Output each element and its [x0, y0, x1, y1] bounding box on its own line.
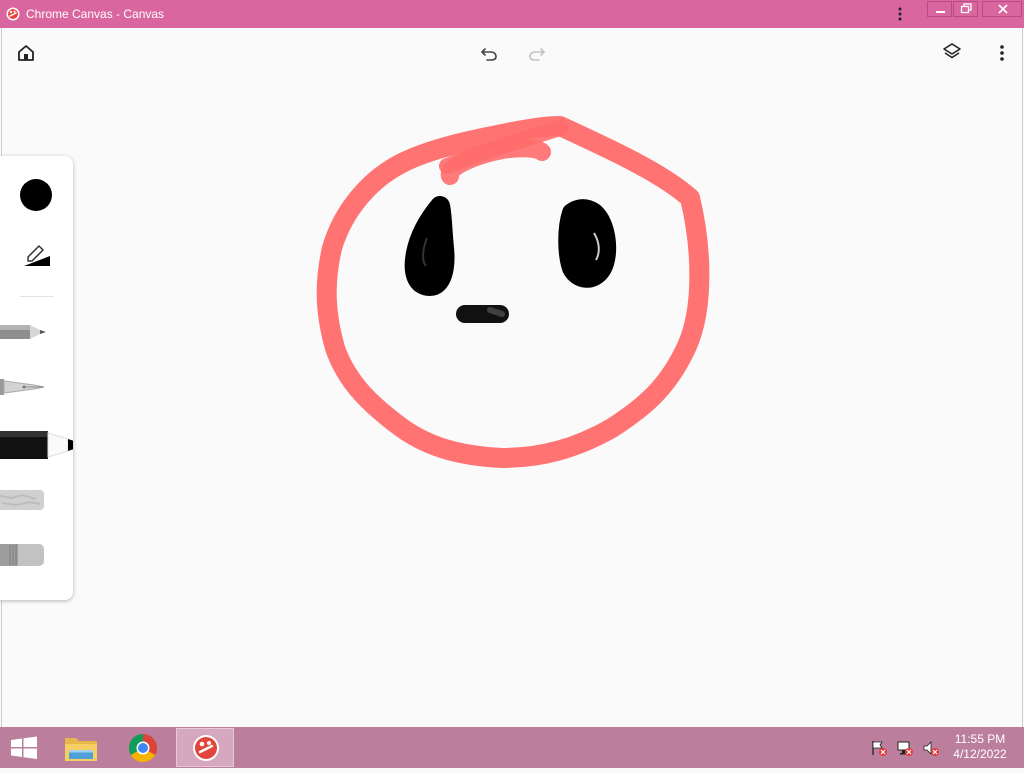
- chrome-canvas-taskbar-button[interactable]: [176, 728, 234, 767]
- clock-date: 4/12/2022: [953, 747, 1007, 761]
- pencil-tool-icon[interactable]: [0, 319, 50, 345]
- marker-tool-icon[interactable]: [0, 427, 73, 463]
- layers-icon[interactable]: [942, 42, 962, 62]
- home-icon[interactable]: [16, 43, 36, 63]
- drawing-strokes: [316, 116, 710, 468]
- minimize-button[interactable]: [927, 1, 952, 17]
- window-menu-icon[interactable]: [893, 5, 907, 23]
- windows-start-icon[interactable]: [0, 727, 48, 768]
- pen-tool-icon[interactable]: [0, 374, 50, 400]
- undo-icon[interactable]: [479, 43, 499, 63]
- minimize-icon: [936, 11, 945, 13]
- chrome-canvas-icon: [193, 735, 219, 761]
- volume-muted-icon[interactable]: [922, 739, 940, 757]
- stroke-size-button[interactable]: [22, 238, 52, 268]
- mouth-highlight: [487, 307, 505, 317]
- redo-icon: [529, 48, 545, 61]
- restore-button[interactable]: [953, 1, 978, 17]
- taskbar: 11:55 PM 4/12/2022: [0, 727, 1024, 768]
- eraser-tool-icon[interactable]: [0, 541, 50, 569]
- chrome-browser-icon[interactable]: [120, 729, 166, 767]
- restore-icon: [960, 3, 972, 14]
- clock-time: 11:55 PM: [954, 732, 1006, 746]
- drawing-canvas[interactable]: [0, 28, 1023, 727]
- pencil-edit-icon: [27, 245, 44, 262]
- more-vert-icon[interactable]: [992, 43, 1012, 63]
- left-eye-stroke: [404, 196, 455, 296]
- file-explorer-icon[interactable]: [58, 729, 104, 767]
- chalk-tool-icon[interactable]: [0, 487, 50, 513]
- window-title: Chrome Canvas - Canvas: [26, 7, 165, 21]
- close-button[interactable]: [982, 1, 1022, 17]
- action-center-flag-icon[interactable]: [870, 739, 888, 757]
- panel-divider: [20, 296, 54, 297]
- chrome-canvas-app-icon: [6, 7, 20, 21]
- right-eye-stroke: [558, 199, 617, 288]
- system-clock[interactable]: 11:55 PM 4/12/2022: [944, 732, 1016, 762]
- title-bar: Chrome Canvas - Canvas: [0, 0, 1024, 28]
- color-picker-button[interactable]: [20, 179, 52, 211]
- tool-panel: [0, 156, 73, 600]
- network-icon[interactable]: [896, 739, 914, 757]
- red-circle-stroke: [316, 116, 710, 468]
- close-icon: [998, 4, 1008, 14]
